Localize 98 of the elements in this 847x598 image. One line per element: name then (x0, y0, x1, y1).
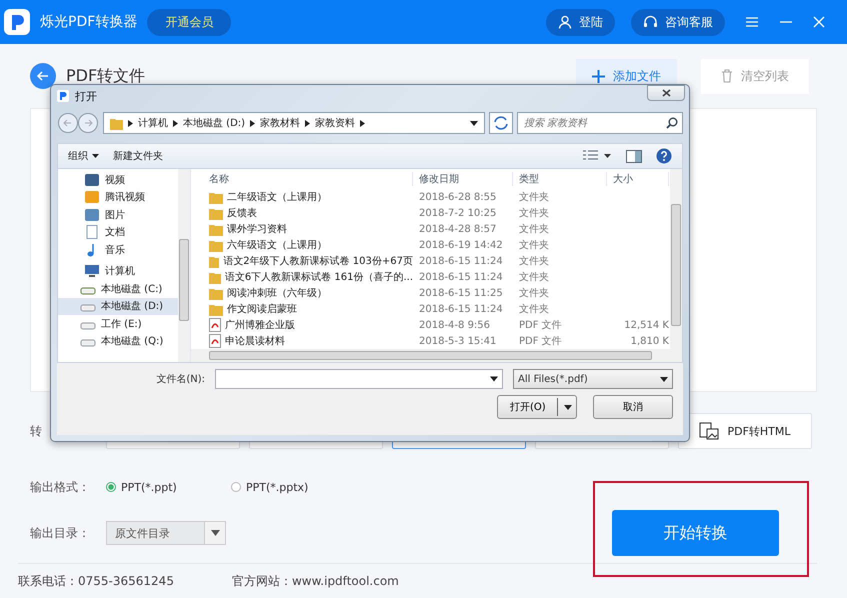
organize-button[interactable]: 组织 (68, 149, 99, 163)
new-folder-button[interactable]: 新建文件夹 (113, 149, 163, 163)
vip-button[interactable]: 开通会员 (147, 8, 232, 36)
breadcrumb-item[interactable]: 本地磁盘 (D:) (183, 116, 246, 130)
nav-item[interactable]: 工作 (E:) (58, 315, 178, 332)
start-convert-button[interactable]: 开始转换 (612, 510, 779, 556)
nav-item[interactable]: 视频 (58, 171, 178, 188)
output-dir-label: 输出目录： (30, 524, 91, 542)
address-bar[interactable]: 计算机 本地磁盘 (D:) 家教材料 家教资料 (103, 112, 485, 134)
pdf-file-icon (209, 334, 221, 348)
nav-item[interactable]: 计算机 (58, 262, 178, 280)
app-logo-icon (57, 90, 69, 102)
format-radio[interactable]: PPT(*.ppt) (106, 480, 231, 494)
file-row[interactable]: 二年级语文（上课用） 2018-6-28 8:55 文件夹 (203, 189, 670, 206)
file-row[interactable]: 广州博雅企业版 2018-4-8 9:56 PDF 文件 12,514 K (203, 317, 670, 334)
nav-item[interactable]: 音乐 (58, 241, 178, 258)
folder-icon (209, 238, 223, 252)
login-button[interactable]: 登陆 (546, 8, 615, 36)
refresh-icon[interactable] (489, 112, 513, 134)
chevron-icon (250, 120, 256, 126)
trash-icon (721, 69, 733, 83)
support-button[interactable]: 咨询客服 (631, 8, 725, 36)
page-heading: PDF转文件 (66, 66, 146, 86)
folder-icon (209, 206, 223, 220)
nav-item[interactable]: 腾讯视频 (58, 188, 178, 206)
chevron-icon (360, 120, 366, 126)
column-header[interactable]: 名称 (203, 172, 413, 186)
back-forward-icon[interactable] (57, 112, 99, 134)
conversion-label: 转 (30, 422, 43, 440)
nav-item[interactable]: 图片 (58, 206, 178, 224)
folder-icon (110, 116, 123, 130)
scrollbar[interactable] (670, 169, 682, 362)
caret-icon (470, 120, 478, 126)
file-row[interactable]: 作文阅读启蒙班 2018-6-15 11:24 文件夹 (203, 301, 670, 318)
folder-icon (209, 270, 221, 284)
output-dir-dropdown[interactable]: 原文件目录 (106, 521, 226, 545)
chevron-icon (128, 120, 133, 126)
computer-icon (84, 264, 100, 278)
contact-phone: 联系电话：0755-36561245 (18, 572, 174, 590)
filename-field[interactable] (215, 369, 503, 389)
column-header[interactable]: 类型 (513, 172, 607, 186)
caret-icon (564, 404, 572, 410)
filename-label: 文件名(N): (156, 372, 205, 386)
close-icon (662, 89, 670, 97)
document-icon (84, 225, 100, 240)
website-text: 官方网站：www.ipdftool.com (232, 572, 399, 590)
column-header[interactable]: 大小 (607, 172, 669, 186)
file-row[interactable]: 语文6下人教新课标试卷 161份（喜子的... 2018-6-15 11:24 文件夹 (203, 269, 670, 286)
file-row[interactable]: 课外学习资料 2018-4-28 8:57 文件夹 (203, 221, 670, 238)
open-button[interactable]: 打开(O) (497, 395, 577, 419)
column-header[interactable]: 修改日期 (413, 172, 513, 186)
file-row[interactable]: 六年级语文（上课用） 2018-6-19 14:42 文件夹 (203, 237, 670, 254)
headset-icon (643, 15, 658, 29)
chevron-icon (305, 120, 310, 126)
help-icon[interactable] (656, 148, 672, 164)
folder-icon (209, 302, 223, 316)
app-logo-icon (4, 9, 30, 35)
file-row[interactable]: 申论晨读材料 2018-5-3 15:41 PDF 文件 1,810 K (203, 333, 670, 349)
caret-icon (490, 376, 498, 382)
app-title: 烁光PDF转换器 (40, 13, 138, 31)
folder-icon (209, 190, 223, 204)
search-field[interactable]: 搜索 家教资料 (517, 112, 683, 134)
folder-icon (209, 222, 223, 236)
output-format-label: 输出格式： (30, 478, 91, 496)
scrollbar[interactable] (191, 349, 670, 362)
plus-icon (592, 70, 605, 82)
dialog-title: 打开 (75, 88, 97, 104)
app-icon (84, 190, 100, 204)
conversion-option[interactable]: PDF转HTML (678, 413, 812, 449)
nav-item[interactable]: 本地磁盘 (D:) (58, 298, 178, 315)
cancel-button[interactable]: 取消 (593, 395, 673, 419)
format-radio[interactable]: PPT(*.pptx) (231, 480, 356, 494)
back-icon[interactable] (30, 63, 56, 89)
close-icon[interactable] (813, 16, 825, 28)
breadcrumb-item[interactable]: 家教材料 (260, 116, 300, 130)
user-icon (558, 15, 572, 29)
nav-item[interactable]: 本地磁盘 (Q:) (58, 332, 178, 350)
image-document-icon (699, 422, 720, 440)
search-icon (666, 117, 678, 129)
folder-icon (209, 254, 220, 268)
caret-icon (660, 376, 668, 382)
nav-item[interactable]: 文档 (58, 224, 178, 241)
file-row[interactable]: 反馈表 2018-7-2 10:25 文件夹 (203, 205, 670, 222)
caret-icon (210, 530, 220, 536)
scrollbar[interactable] (178, 169, 190, 362)
pdf-file-icon (209, 318, 221, 332)
preview-pane-icon[interactable] (626, 150, 642, 162)
file-type-dropdown[interactable]: All Files(*.pdf) (513, 369, 673, 389)
breadcrumb-item[interactable]: 计算机 (138, 116, 168, 130)
menu-icon[interactable] (745, 16, 759, 28)
chevron-icon (173, 120, 178, 126)
caret-icon (92, 154, 99, 158)
nav-item[interactable]: 本地磁盘 (C:) (58, 280, 178, 298)
breadcrumb-item[interactable]: 家教资料 (315, 116, 356, 130)
file-row[interactable]: 语文2年级下人教新课标试卷 103份+67页 2018-6-15 11:24 文件夹 (203, 253, 670, 270)
file-row[interactable]: 阅读冲刺班（六年级） 2018-6-15 11:25 文件夹 (203, 285, 670, 302)
folder-icon (209, 286, 223, 300)
close-button[interactable] (647, 85, 685, 101)
